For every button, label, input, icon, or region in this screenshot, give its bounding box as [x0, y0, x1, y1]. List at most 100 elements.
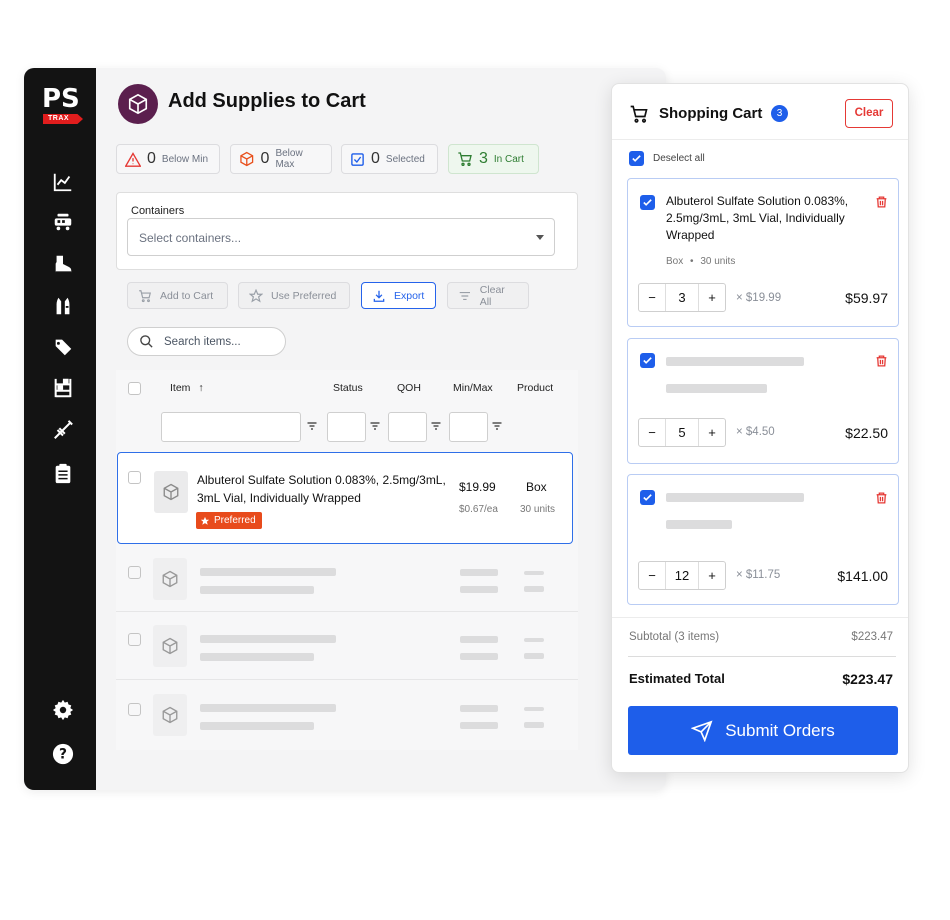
syringe-icon[interactable] [51, 418, 75, 442]
vest-icon[interactable] [51, 294, 75, 318]
stat-below-max[interactable]: 0 Below Max [230, 144, 332, 174]
cart-item-checkbox[interactable] [640, 195, 655, 210]
svg-text:?: ? [59, 747, 67, 763]
logo[interactable]: PS TRAX [42, 86, 86, 128]
shelves-icon[interactable] [51, 376, 75, 400]
trash-icon[interactable] [875, 195, 888, 209]
increment-button[interactable]: + [699, 562, 725, 589]
quantity-stepper[interactable]: − 5 + [638, 418, 726, 447]
export-label: Export [394, 289, 425, 302]
trash-icon[interactable] [875, 354, 888, 368]
containers-panel: Containers Select containers... [116, 192, 578, 270]
estimated-total-label: Estimated Total [629, 671, 725, 686]
box-icon [153, 694, 187, 736]
warning-icon [125, 151, 141, 167]
containers-label: Containers [131, 205, 185, 217]
send-icon [691, 719, 713, 742]
help-icon[interactable]: ? [51, 742, 75, 766]
filter-icon[interactable] [491, 420, 503, 432]
chart-line-icon[interactable] [51, 170, 75, 194]
tags-icon[interactable] [51, 335, 75, 359]
filter-icon[interactable] [369, 420, 381, 432]
quantity-stepper[interactable]: − 3 + [638, 283, 726, 312]
clipboard-icon[interactable] [51, 462, 75, 486]
column-header-qoh[interactable]: QOH [397, 382, 421, 394]
quantity-stepper[interactable]: − 12 + [638, 561, 726, 590]
box-icon [153, 558, 187, 600]
containers-select[interactable]: Select containers... [127, 218, 555, 256]
use-preferred-button[interactable]: Use Preferred [238, 282, 350, 309]
search-input[interactable]: Search items... [127, 327, 286, 356]
deselect-all-checkbox[interactable] [629, 151, 644, 166]
search-icon [140, 335, 153, 348]
item-price: $19.99 [459, 480, 496, 494]
clear-all-label: Clear All [479, 283, 505, 308]
cart-truck-icon[interactable] [51, 210, 75, 234]
item-product: Box [526, 480, 547, 494]
add-to-cart-label: Add to Cart [160, 289, 214, 302]
stat-in-cart[interactable]: 3 In Cart [448, 144, 539, 174]
submit-orders-label: Submit Orders [725, 720, 835, 740]
cart-item-unit-price: × $4.50 [736, 426, 775, 438]
cart-item-checkbox[interactable] [640, 490, 655, 505]
box-icon [154, 471, 188, 513]
decrement-button[interactable]: − [639, 284, 665, 311]
box-icon [153, 625, 187, 667]
trash-icon[interactable] [875, 491, 888, 505]
logo-text: PS [42, 84, 80, 114]
cart-item-meta: Box • 30 units [666, 256, 736, 267]
cart-item-unit-price: × $19.99 [736, 292, 782, 304]
stat-value: 0 [147, 150, 156, 167]
cart-item-unit-price: × $11.75 [736, 569, 781, 581]
gear-icon[interactable] [51, 698, 75, 722]
subtotal-label: Subtotal (3 items) [629, 631, 720, 643]
column-header-minmax[interactable]: Min/Max [453, 382, 493, 394]
row-checkbox[interactable] [128, 566, 141, 579]
status-filter-input[interactable] [327, 412, 366, 442]
clear-all-button[interactable]: Clear All [447, 282, 529, 309]
increment-button[interactable]: + [699, 419, 725, 446]
row-checkbox[interactable] [128, 633, 141, 646]
column-header-product[interactable]: Product [517, 382, 553, 394]
table-row[interactable]: Albuterol Sulfate Solution 0.083%, 2.5mg… [117, 452, 573, 544]
minmax-filter-input[interactable] [449, 412, 488, 442]
clear-cart-button[interactable]: Clear [845, 99, 893, 128]
filter-icon[interactable] [306, 420, 318, 432]
cart-item-total: $141.00 [837, 568, 888, 584]
decrement-button[interactable]: − [639, 419, 665, 446]
row-checkbox[interactable] [128, 471, 141, 484]
quantity-value[interactable]: 3 [665, 284, 699, 311]
stat-label: Below Max [275, 148, 303, 170]
column-header-item[interactable]: Item ↑ [170, 382, 204, 394]
cart-title: Shopping Cart [659, 105, 763, 122]
column-header-status[interactable]: Status [333, 382, 363, 394]
filter-icon[interactable] [430, 420, 442, 432]
stat-value: 0 [371, 150, 380, 167]
containers-placeholder: Select containers... [139, 231, 242, 245]
select-all-checkbox[interactable] [128, 382, 141, 395]
box-icon [240, 151, 254, 167]
deselect-all-label[interactable]: Deselect all [653, 153, 705, 164]
cart-item-total: $59.97 [845, 290, 888, 306]
quantity-value[interactable]: 5 [665, 419, 699, 446]
stat-value: 3 [479, 150, 488, 167]
increment-button[interactable]: + [699, 284, 725, 311]
row-checkbox[interactable] [128, 703, 141, 716]
export-button[interactable]: Export [361, 282, 436, 309]
chevron-down-icon [536, 235, 544, 240]
boot-icon[interactable] [51, 252, 75, 276]
submit-orders-button[interactable]: Submit Orders [628, 706, 898, 755]
quantity-value[interactable]: 12 [665, 562, 699, 589]
add-to-cart-button[interactable]: Add to Cart [127, 282, 228, 309]
stat-below-min[interactable]: 0 Below Min [116, 144, 220, 174]
subtotal-value: $223.47 [851, 631, 893, 643]
cart-item-checkbox[interactable] [640, 353, 655, 368]
preferred-badge: Preferred [196, 512, 262, 529]
cart-item-name: Albuterol Sulfate Solution 0.083%, 2.5mg… [666, 194, 849, 242]
item-filter-input[interactable] [161, 412, 301, 442]
stat-selected[interactable]: 0 Selected [341, 144, 438, 174]
stat-label: Below Min [161, 153, 209, 165]
decrement-button[interactable]: − [639, 562, 665, 589]
qoh-filter-input[interactable] [388, 412, 427, 442]
cart-icon [630, 105, 648, 123]
